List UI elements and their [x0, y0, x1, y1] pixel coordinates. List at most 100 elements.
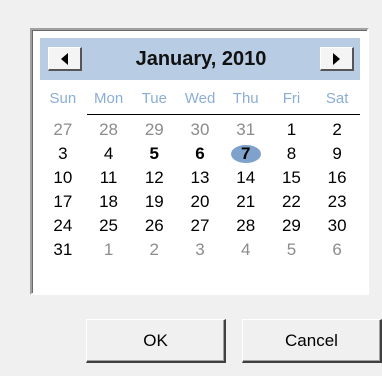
- day-number: 1: [103, 240, 114, 259]
- triangle-left-icon: [61, 52, 68, 65]
- day-cell[interactable]: 2: [131, 238, 177, 262]
- day-cell[interactable]: 6: [314, 238, 360, 262]
- day-cell[interactable]: 16: [314, 166, 360, 190]
- day-number: 5: [149, 144, 160, 163]
- day-cell[interactable]: 24: [40, 214, 86, 238]
- date-picker-dialog: January, 2010 Sun Mon Tue Wed Thu Fri Sa…: [0, 0, 382, 376]
- day-cell[interactable]: 15: [269, 166, 315, 190]
- day-number: 21: [236, 192, 256, 211]
- day-number: 12: [144, 168, 164, 187]
- day-number: 3: [58, 144, 68, 163]
- day-cell[interactable]: 19: [131, 190, 177, 214]
- day-number: 30: [327, 216, 347, 235]
- day-number: 19: [144, 192, 164, 211]
- calendar-frame: January, 2010 Sun Mon Tue Wed Thu Fri Sa…: [30, 28, 369, 295]
- day-cell[interactable]: 21: [223, 190, 269, 214]
- day-number: 13: [190, 168, 210, 187]
- day-number: 18: [99, 192, 119, 211]
- day-cell[interactable]: 25: [86, 214, 132, 238]
- day-cell[interactable]: 29: [131, 118, 177, 142]
- day-cell[interactable]: 9: [314, 142, 360, 166]
- day-cell[interactable]: 26: [131, 214, 177, 238]
- day-number: 14: [236, 168, 256, 187]
- day-cell[interactable]: 20: [177, 190, 223, 214]
- day-number: 16: [327, 168, 347, 187]
- weekday-header-row: Sun Mon Tue Wed Thu Fri Sat: [40, 90, 360, 114]
- day-cell[interactable]: 3: [40, 142, 86, 166]
- day-cell[interactable]: 27: [177, 214, 223, 238]
- weekday-sun: Sun: [49, 90, 77, 107]
- day-cell[interactable]: 30: [177, 118, 223, 142]
- day-number: 7: [240, 144, 251, 163]
- day-number: 2: [149, 240, 160, 259]
- day-cell[interactable]: 4: [86, 142, 132, 166]
- day-cell[interactable]: 27: [40, 118, 86, 142]
- day-cell[interactable]: 1: [269, 118, 315, 142]
- day-cell[interactable]: 8: [269, 142, 315, 166]
- day-number: 22: [281, 192, 301, 211]
- day-cell[interactable]: 12: [131, 166, 177, 190]
- day-cell[interactable]: 31: [223, 118, 269, 142]
- day-number: 27: [53, 120, 73, 139]
- day-number: 25: [99, 216, 119, 235]
- day-cell[interactable]: 1: [86, 238, 132, 262]
- day-cell[interactable]: 28: [86, 118, 132, 142]
- day-number: 29: [281, 216, 301, 235]
- day-number: 31: [236, 120, 256, 139]
- cancel-button[interactable]: Cancel: [242, 319, 382, 363]
- day-cell[interactable]: 5: [131, 142, 177, 166]
- day-cell[interactable]: 28: [223, 214, 269, 238]
- day-number: 8: [286, 144, 297, 163]
- day-number: 27: [190, 216, 210, 235]
- day-number: 5: [286, 240, 297, 259]
- weekday-fri: Fri: [282, 90, 301, 107]
- day-number: 28: [236, 216, 256, 235]
- day-cell-selected[interactable]: 7: [223, 142, 269, 166]
- day-number: 6: [332, 240, 342, 259]
- day-cell[interactable]: 22: [269, 190, 315, 214]
- day-number: 4: [240, 240, 251, 259]
- weekday-wed: Wed: [184, 90, 216, 107]
- day-grid: 27 28 29 30 31 1 2 3 4 5 6 7 8 9 10 11 12 13 14 15 16 17 18 19 2…: [40, 118, 360, 262]
- day-cell[interactable]: 4: [223, 238, 269, 262]
- day-cell[interactable]: 3: [177, 238, 223, 262]
- day-cell[interactable]: 23: [314, 190, 360, 214]
- ok-button[interactable]: OK: [86, 319, 226, 363]
- weekday-tue: Tue: [141, 90, 167, 107]
- previous-month-button[interactable]: [48, 47, 82, 71]
- weekday-mon: Mon: [93, 90, 124, 107]
- triangle-right-icon: [333, 52, 340, 65]
- day-cell[interactable]: 5: [269, 238, 315, 262]
- day-number: 31: [53, 240, 73, 259]
- day-cell[interactable]: 31: [40, 238, 86, 262]
- day-number: 20: [190, 192, 210, 211]
- day-cell[interactable]: 18: [86, 190, 132, 214]
- calendar-header: January, 2010: [40, 38, 360, 80]
- weekday-thu: Thu: [232, 90, 259, 107]
- day-number: 29: [144, 120, 164, 139]
- day-number: 30: [190, 120, 210, 139]
- next-month-button[interactable]: [320, 47, 354, 71]
- day-cell[interactable]: 17: [40, 190, 86, 214]
- day-number: 3: [195, 240, 205, 259]
- day-number: 1: [286, 120, 297, 139]
- day-cell[interactable]: 29: [269, 214, 315, 238]
- day-cell[interactable]: 11: [86, 166, 132, 190]
- day-cell[interactable]: 6: [177, 142, 223, 166]
- day-number: 2: [332, 120, 342, 139]
- day-cell[interactable]: 14: [223, 166, 269, 190]
- day-number: 28: [99, 120, 119, 139]
- day-cell[interactable]: 10: [40, 166, 86, 190]
- day-number: 11: [99, 168, 118, 187]
- day-cell[interactable]: 30: [314, 214, 360, 238]
- day-number: 23: [327, 192, 347, 211]
- day-number: 4: [103, 144, 114, 163]
- weekday-sat: Sat: [325, 90, 349, 107]
- day-number: 17: [53, 192, 73, 211]
- day-cell[interactable]: 2: [314, 118, 360, 142]
- day-number: 15: [281, 168, 301, 187]
- day-number: 24: [53, 216, 73, 235]
- day-number: 9: [332, 144, 342, 163]
- day-cell[interactable]: 13: [177, 166, 223, 190]
- weekday-divider: [87, 114, 360, 115]
